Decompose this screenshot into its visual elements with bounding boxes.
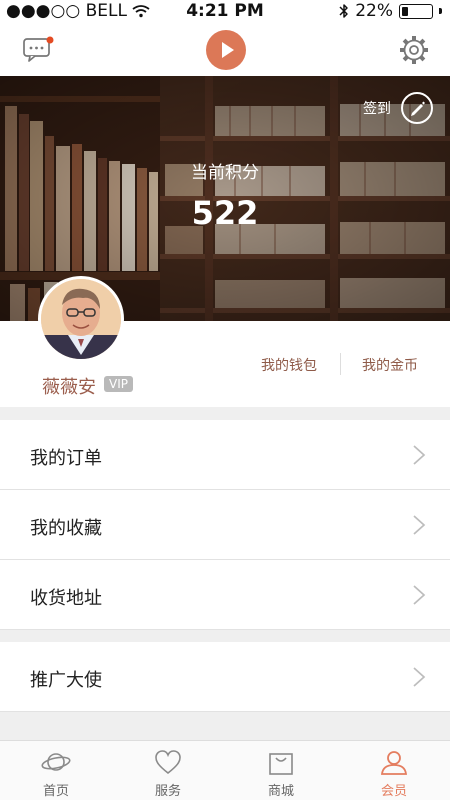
bluetooth-icon: [339, 3, 348, 18]
menu-item-label: 我的收藏: [30, 518, 102, 539]
messages-button[interactable]: [22, 36, 54, 62]
menu-item-address[interactable]: 收货地址: [0, 560, 450, 630]
tab-label: 商城: [267, 784, 294, 799]
vip-badge: VIP: [104, 376, 133, 392]
tab-service[interactable]: 服务: [112, 741, 224, 800]
menu-item-label: 我的订单: [30, 448, 102, 469]
planet-icon: [41, 753, 71, 771]
menu-item-promotion[interactable]: 推广大使: [0, 642, 450, 712]
tab-member[interactable]: 会员: [338, 741, 450, 800]
battery-percent: 22%: [355, 1, 393, 21]
chevron-right-icon: [413, 585, 426, 605]
shopping-bag-icon: [269, 753, 293, 775]
user-icon: [380, 751, 408, 775]
tab-mall[interactable]: 商城: [225, 741, 337, 800]
avatar[interactable]: [38, 276, 124, 362]
menu-item-orders[interactable]: 我的订单: [0, 420, 450, 490]
gear-icon: [400, 36, 428, 64]
play-button[interactable]: [206, 30, 246, 70]
wallet-link[interactable]: 我的钱包: [261, 355, 317, 375]
user-photo: [41, 279, 121, 359]
profile-divider: [340, 353, 341, 375]
checkin-label: 签到: [363, 101, 391, 117]
tab-label: 首页: [42, 784, 69, 799]
battery-icon: [399, 3, 433, 19]
top-nav: [0, 22, 450, 76]
tab-label: 会员: [380, 784, 407, 799]
status-bar: ●●●○○ BELL 4:21 PM 22%: [0, 0, 450, 22]
tab-bar: 首页 服务 商城 会员: [0, 740, 450, 800]
gold-coins-link[interactable]: 我的金币: [362, 355, 418, 375]
heart-icon: [155, 750, 181, 775]
tab-label: 服务: [154, 784, 181, 799]
points-label: 当前积分: [191, 163, 259, 183]
checkin-button[interactable]: 签到: [363, 92, 433, 124]
menu-item-label: 收货地址: [30, 588, 102, 609]
menu-item-favorites[interactable]: 我的收藏: [0, 490, 450, 560]
battery-level: [402, 6, 409, 16]
tab-home[interactable]: 首页: [0, 741, 112, 800]
chat-icon: [23, 36, 54, 62]
pen-icon: [401, 92, 433, 124]
battery-status: 22%: [339, 1, 442, 21]
menu-item-label: 推广大使: [30, 670, 102, 691]
battery-cap: [439, 8, 442, 14]
member-screen: ●●●○○ BELL 4:21 PM 22% 签到 当前积分 522 薇薇安 V…: [0, 0, 450, 800]
play-icon: [222, 42, 234, 58]
chevron-right-icon: [413, 667, 426, 687]
chevron-right-icon: [413, 445, 426, 465]
user-name: 薇薇安: [42, 377, 96, 398]
settings-button[interactable]: [398, 34, 430, 66]
points-value: 522: [191, 194, 259, 232]
chevron-right-icon: [413, 515, 426, 535]
